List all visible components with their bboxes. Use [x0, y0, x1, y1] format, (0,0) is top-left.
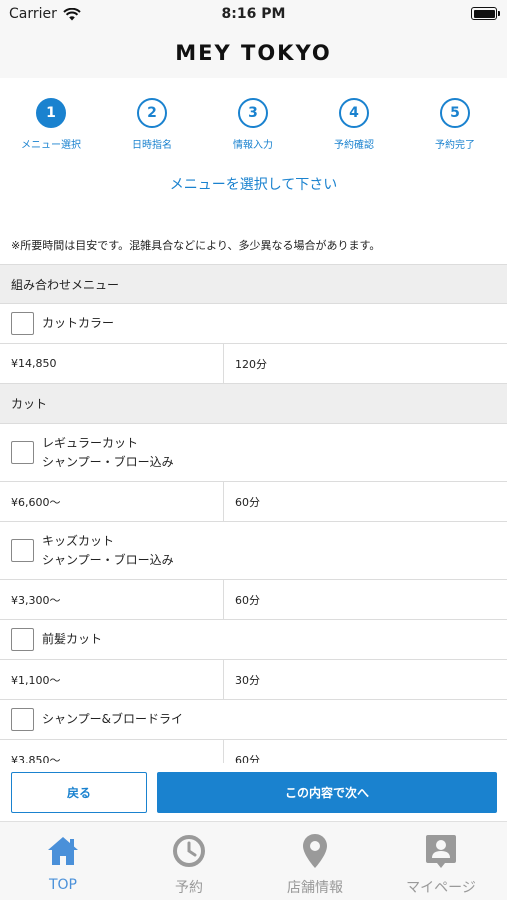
menu-item-price: ¥1,100〜 [0, 660, 224, 699]
step-label: 情報入力 [233, 140, 273, 151]
battery-icon [471, 7, 500, 20]
tab-top[interactable]: TOP [0, 822, 126, 900]
checkbox[interactable] [11, 312, 34, 335]
tab-reservation[interactable]: 予約 [126, 822, 252, 900]
checkbox[interactable] [11, 708, 34, 731]
step-5: 5 予約完了 [405, 92, 505, 151]
tab-label: 店舗情報 [287, 880, 343, 896]
tab-label: マイページ [406, 880, 476, 896]
menu-item-name-line: シャンプー・ブロー込み [42, 454, 174, 469]
step-number: 5 [440, 98, 470, 128]
page-title: MEY TOKYO [175, 41, 332, 65]
status-bar: Carrier 8:16 PM [0, 0, 507, 28]
price-row: ¥1,100〜 30分 [0, 660, 507, 700]
menu-item-name-line: カットカラー [42, 316, 115, 330]
menu-item-name: カットカラー [42, 314, 114, 333]
next-button[interactable]: この内容で次へ [157, 772, 497, 813]
menu-item-name: シャンプー&ブロードライ [42, 710, 183, 729]
tab-label: TOP [48, 877, 77, 893]
bottom-actions: 戻る この内容で次へ [0, 763, 507, 821]
menu-item-name-line: キッズカット [42, 533, 115, 548]
status-time: 8:16 PM [221, 6, 286, 22]
profile-badge-icon [426, 835, 456, 868]
step-1: 1 メニュー選択 [1, 92, 101, 151]
duration-note: ※所要時間は目安です。混雑具合などにより、多少異なる場合があります。 [11, 239, 381, 252]
price-row: ¥3,300〜 60分 [0, 580, 507, 620]
menu-item-duration: 120分 [235, 357, 267, 371]
tab-store-info[interactable]: 店舗情報 [252, 822, 378, 900]
menu-item-kids-cut[interactable]: キッズカット シャンプー・ブロー込み [0, 522, 507, 580]
menu-item-bangs-cut[interactable]: 前髪カット [0, 620, 507, 660]
checkbox[interactable] [11, 441, 34, 464]
home-icon [48, 837, 78, 865]
menu-item-name: キッズカット シャンプー・ブロー込み [42, 532, 174, 570]
menu-item-name-line: シャンプー・ブロー込み [42, 552, 174, 567]
location-pin-icon [303, 834, 327, 868]
tab-my-page[interactable]: マイページ [378, 822, 504, 900]
menu-item-name-line: 前髪カット [42, 632, 103, 646]
section-header-cut: カット [0, 384, 507, 424]
menu-item-duration: 60分 [235, 495, 260, 509]
checkbox[interactable] [11, 628, 34, 651]
step-number: 3 [238, 98, 268, 128]
menu-item-shampoo-blow-dry[interactable]: シャンプー&ブロードライ [0, 700, 507, 740]
menu-item-name: レギュラーカット シャンプー・ブロー込み [42, 434, 174, 472]
clock-icon [173, 835, 205, 867]
menu-item-regular-cut[interactable]: レギュラーカット シャンプー・ブロー込み [0, 424, 507, 482]
step-label: 予約確認 [334, 140, 374, 151]
menu-item-price: ¥6,600〜 [0, 482, 224, 521]
step-2: 2 日時指名 [102, 92, 202, 151]
menu-item-price: ¥3,300〜 [0, 580, 224, 619]
menu-item-price: ¥14,850 [0, 344, 224, 383]
step-label: メニュー選択 [21, 140, 81, 151]
section-header-combo: 組み合わせメニュー [0, 264, 507, 304]
step-label: 日時指名 [132, 140, 172, 151]
menu-list: 組み合わせメニュー カットカラー ¥14,850 120分 カット レギュラーカ… [0, 264, 507, 780]
step-number: 1 [36, 98, 66, 128]
step-number: 4 [339, 98, 369, 128]
menu-item-name-line: レギュラーカット [42, 435, 139, 450]
step-number: 2 [137, 98, 167, 128]
price-row: ¥6,600〜 60分 [0, 482, 507, 522]
menu-item-name: 前髪カット [42, 630, 102, 649]
menu-item-cut-color[interactable]: カットカラー [0, 304, 507, 344]
progress-steps: 1 メニュー選択 2 日時指名 3 情報入力 4 予約確認 5 予約完了 [0, 92, 507, 156]
checkbox[interactable] [11, 539, 34, 562]
menu-item-name-line: シャンプー&ブロードライ [42, 712, 183, 726]
menu-item-duration: 60分 [235, 593, 260, 607]
price-row: ¥14,850 120分 [0, 344, 507, 384]
instruction-text: メニューを選択して下さい [169, 177, 338, 193]
menu-item-duration: 30分 [235, 673, 260, 687]
back-button[interactable]: 戻る [11, 772, 147, 813]
step-4: 4 予約確認 [304, 92, 404, 151]
navigation-bar: MEY TOKYO [0, 28, 507, 78]
step-3: 3 情報入力 [203, 92, 303, 151]
tab-bar: TOP 予約 店舗情報 マイページ [0, 821, 507, 900]
step-label: 予約完了 [435, 140, 475, 151]
tab-label: 予約 [175, 880, 203, 896]
